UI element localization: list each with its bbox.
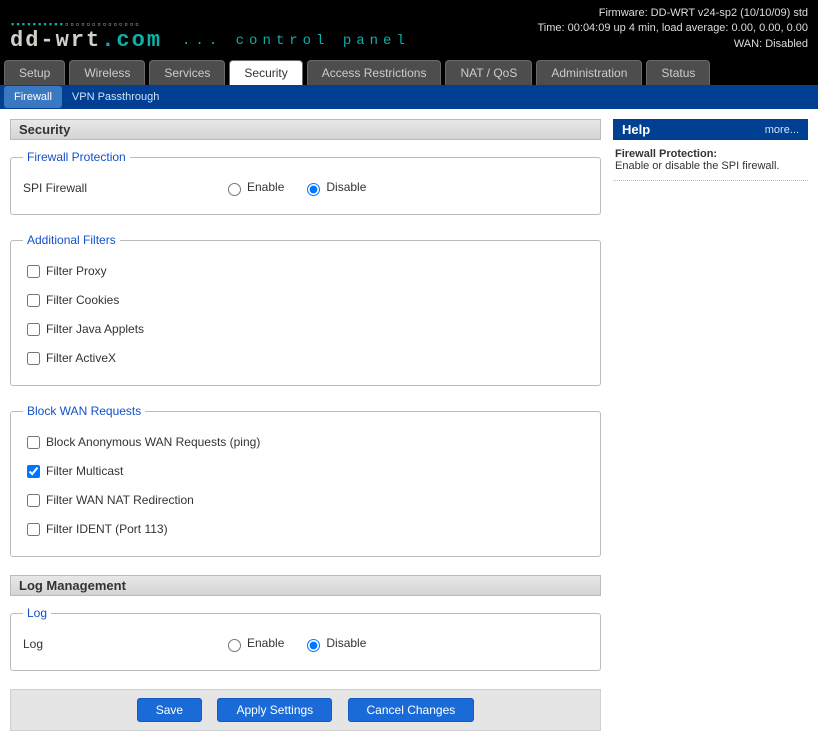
- log-label: Log: [23, 637, 223, 651]
- filter-multicast-text: Filter Multicast: [46, 464, 123, 478]
- tab-security[interactable]: Security: [229, 60, 302, 85]
- logo-domain: .com: [101, 28, 162, 53]
- tab-administration[interactable]: Administration: [536, 60, 642, 85]
- filter-ident-option[interactable]: Filter IDENT (Port 113): [23, 522, 168, 536]
- main-tabs: Setup Wireless Services Security Access …: [0, 60, 818, 85]
- logo-text: dd-wrt: [10, 28, 101, 53]
- fieldset-firewall-protection: Firewall Protection SPI Firewall Enable …: [10, 150, 601, 215]
- spi-firewall-label: SPI Firewall: [23, 181, 223, 195]
- fieldset-additional-filters: Additional Filters Filter Proxy Filter C…: [10, 233, 601, 386]
- help-title: Help: [622, 122, 650, 137]
- help-heading: Firewall Protection:: [615, 148, 717, 160]
- cancel-changes-button[interactable]: Cancel Changes: [348, 698, 475, 722]
- filter-cookies-checkbox[interactable]: [27, 294, 40, 307]
- help-title-bar: Help more...: [613, 119, 808, 140]
- tab-wireless[interactable]: Wireless: [69, 60, 145, 85]
- block-anon-text: Block Anonymous WAN Requests (ping): [46, 435, 260, 449]
- time-text: Time: 00:04:09 up 4 min, load average: 0…: [538, 21, 809, 36]
- legend-log: Log: [23, 606, 51, 620]
- tab-services[interactable]: Services: [149, 60, 225, 85]
- help-text: Enable or disable the SPI firewall.: [615, 160, 779, 172]
- filter-cookies-text: Filter Cookies: [46, 293, 119, 307]
- wan-text: WAN: Disabled: [538, 37, 809, 52]
- log-disable-text: Disable: [326, 636, 366, 650]
- tab-setup[interactable]: Setup: [4, 60, 65, 85]
- tab-status[interactable]: Status: [646, 60, 710, 85]
- filter-cookies-option[interactable]: Filter Cookies: [23, 293, 119, 307]
- logo: ▪▪▪▪▪▪▪▪▪▪▫▫▫▫▫▫▫▫▫▫▫▫▫▫ dd-wrt.com... c…: [10, 21, 410, 52]
- save-button[interactable]: Save: [137, 698, 202, 722]
- filter-activex-option[interactable]: Filter ActiveX: [23, 351, 116, 365]
- filter-nat-checkbox[interactable]: [27, 494, 40, 507]
- filter-java-checkbox[interactable]: [27, 323, 40, 336]
- filter-activex-checkbox[interactable]: [27, 352, 40, 365]
- spi-disable-radio[interactable]: [307, 183, 320, 196]
- filter-proxy-option[interactable]: Filter Proxy: [23, 264, 107, 278]
- tab-nat-qos[interactable]: NAT / QoS: [445, 60, 532, 85]
- legend-firewall-protection: Firewall Protection: [23, 150, 130, 164]
- filter-java-text: Filter Java Applets: [46, 322, 144, 336]
- log-disable-option[interactable]: Disable: [302, 636, 366, 652]
- log-enable-option[interactable]: Enable: [223, 636, 284, 652]
- spi-enable-text: Enable: [247, 180, 284, 194]
- filter-proxy-checkbox[interactable]: [27, 265, 40, 278]
- spi-disable-option[interactable]: Disable: [302, 180, 366, 196]
- firmware-text: Firmware: DD-WRT v24-sp2 (10/10/09) std: [538, 6, 809, 21]
- legend-additional-filters: Additional Filters: [23, 233, 120, 247]
- spi-disable-text: Disable: [326, 180, 366, 194]
- help-body: Firewall Protection: Enable or disable t…: [613, 144, 808, 181]
- fieldset-block-wan: Block WAN Requests Block Anonymous WAN R…: [10, 404, 601, 557]
- filter-activex-text: Filter ActiveX: [46, 351, 116, 365]
- log-enable-radio[interactable]: [228, 639, 241, 652]
- filter-nat-text: Filter WAN NAT Redirection: [46, 493, 194, 507]
- block-anon-checkbox[interactable]: [27, 436, 40, 449]
- spi-enable-radio[interactable]: [228, 183, 241, 196]
- filter-java-option[interactable]: Filter Java Applets: [23, 322, 144, 336]
- section-security-title: Security: [10, 119, 601, 140]
- legend-block-wan: Block WAN Requests: [23, 404, 145, 418]
- help-more-link[interactable]: more...: [765, 124, 799, 136]
- section-log-management-title: Log Management: [10, 575, 601, 596]
- filter-multicast-option[interactable]: Filter Multicast: [23, 464, 123, 478]
- subtab-bar: Firewall VPN Passthrough: [0, 85, 818, 109]
- subtab-vpn-passthrough[interactable]: VPN Passthrough: [62, 86, 169, 108]
- log-enable-text: Enable: [247, 636, 284, 650]
- logo-subtitle: ... control panel: [182, 33, 410, 49]
- fieldset-log: Log Log Enable Disable: [10, 606, 601, 671]
- tab-access-restrictions[interactable]: Access Restrictions: [307, 60, 442, 85]
- filter-nat-option[interactable]: Filter WAN NAT Redirection: [23, 493, 194, 507]
- log-disable-radio[interactable]: [307, 639, 320, 652]
- filter-ident-checkbox[interactable]: [27, 523, 40, 536]
- subtab-firewall[interactable]: Firewall: [4, 86, 62, 108]
- filter-multicast-checkbox[interactable]: [27, 465, 40, 478]
- apply-settings-button[interactable]: Apply Settings: [217, 698, 332, 722]
- button-bar: Save Apply Settings Cancel Changes: [10, 689, 601, 731]
- filter-proxy-text: Filter Proxy: [46, 264, 107, 278]
- block-anon-option[interactable]: Block Anonymous WAN Requests (ping): [23, 435, 260, 449]
- spi-enable-option[interactable]: Enable: [223, 180, 284, 196]
- filter-ident-text: Filter IDENT (Port 113): [46, 522, 168, 536]
- header-meta: Firmware: DD-WRT v24-sp2 (10/10/09) std …: [538, 6, 809, 52]
